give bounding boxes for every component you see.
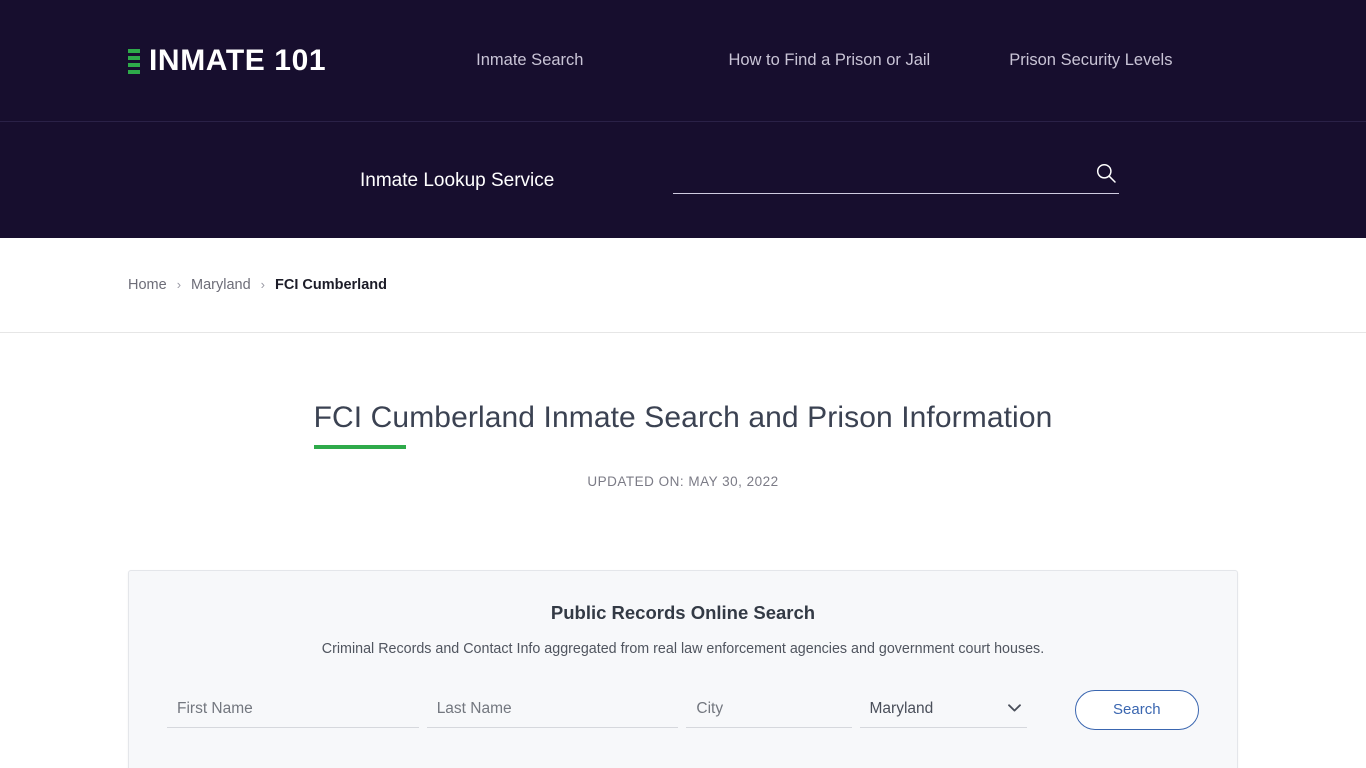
nav-item-how-to-find-a-prison-or-jail[interactable]: How to Find a Prison or Jail (728, 52, 930, 69)
chevron-right-icon: › (260, 276, 266, 292)
records-card-wrapper: Public Records Online Search Criminal Re… (0, 569, 1366, 768)
chevron-right-icon: › (176, 276, 182, 292)
last-name-input[interactable] (426, 699, 679, 719)
card-subtitle: Criminal Records and Contact Info aggreg… (321, 640, 1045, 657)
page-header: FCI Cumberland Inmate Search and Prison … (0, 333, 1366, 489)
first-name-input[interactable] (167, 699, 419, 719)
state-field: Maryland (859, 699, 1027, 728)
first-name-field (167, 699, 419, 728)
city-input[interactable] (686, 699, 852, 719)
nav-item-prison-security-levels[interactable]: Prison Security Levels (1009, 52, 1172, 69)
header-top-bar: INMATE 101 Inmate Search How to Find a P… (0, 0, 1366, 122)
main-navigation: Inmate Search How to Find a Prison or Ja… (476, 52, 1172, 69)
public-records-search-card: Public Records Online Search Criminal Re… (128, 569, 1238, 768)
updated-on-label: UPDATED ON: MAY 30, 2022 (587, 473, 779, 489)
title-accent-underline (313, 444, 406, 449)
nav-item-inmate-search[interactable]: Inmate Search (476, 52, 583, 69)
public-records-search-form: Maryland Search (167, 689, 1199, 730)
search-button[interactable]: Search (1074, 689, 1199, 730)
brand-name: INMATE 101 (149, 43, 327, 77)
header-search-input[interactable] (673, 166, 1120, 194)
page-title: FCI Cumberland Inmate Search and Prison … (313, 399, 1053, 449)
city-field (686, 699, 852, 728)
breadcrumb-bar: Home › Maryland › FCI Cumberland (0, 238, 1366, 333)
card-title: Public Records Online Search (550, 601, 816, 623)
breadcrumb: Home › Maryland › FCI Cumberland (128, 276, 387, 294)
page-title-text: FCI Cumberland Inmate Search and Prison … (313, 401, 1053, 434)
search-icon[interactable] (1095, 162, 1117, 184)
lookup-service-label: Inmate Lookup Service (360, 169, 555, 191)
state-select[interactable]: Maryland (859, 699, 1027, 719)
header-search (673, 163, 1120, 194)
breadcrumb-item-current: FCI Cumberland (275, 277, 387, 293)
breadcrumb-item-maryland[interactable]: Maryland (191, 277, 251, 293)
header-lookup-bar: Inmate Lookup Service (0, 122, 1366, 238)
site-header: INMATE 101 Inmate Search How to Find a P… (0, 0, 1366, 238)
last-name-field (426, 699, 679, 728)
breadcrumb-item-home[interactable]: Home (128, 277, 167, 293)
jail-bars-icon (128, 47, 140, 74)
brand-logo[interactable]: INMATE 101 (128, 43, 327, 77)
